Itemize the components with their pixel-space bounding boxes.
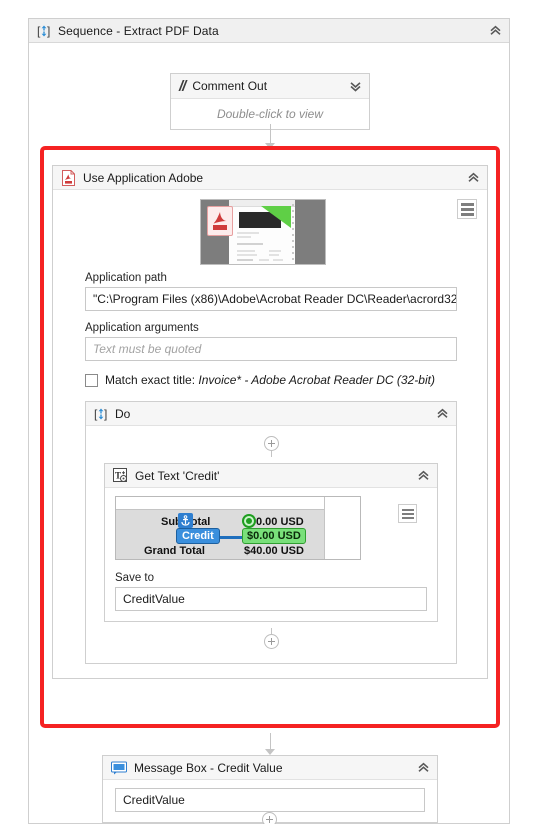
do-header[interactable]: [ ] Do: [86, 402, 456, 426]
use-application-fields: Application path "C:\Program Files (x86)…: [53, 270, 487, 387]
use-application-activity[interactable]: Use Application Adobe Application path "…: [52, 165, 488, 679]
svg-text:[: [: [94, 407, 98, 421]
anchor-icon: [178, 513, 193, 528]
preview-row-label-2: Grand Total: [144, 545, 205, 557]
get-text-activity[interactable]: T Get Text 'Credit' Sub Total 0.00 USD C…: [104, 463, 438, 622]
sequence-icon: [ ]: [37, 24, 51, 38]
hamburger-menu-icon[interactable]: [398, 504, 417, 523]
message-box-input[interactable]: CreditValue: [115, 788, 425, 812]
svg-text:]: ]: [47, 24, 50, 38]
double-chevron-up-icon[interactable]: [436, 407, 449, 420]
target-icon: [242, 514, 256, 528]
svg-text:[: [: [37, 24, 41, 38]
sequence-header[interactable]: [ ] Sequence - Extract PDF Data: [29, 19, 509, 43]
get-text-icon: T: [113, 468, 128, 483]
target-selector-preview[interactable]: Sub Total 0.00 USD Credit $0.00 USD Gran…: [115, 496, 361, 560]
use-application-title: Use Application Adobe: [83, 170, 204, 185]
match-exact-title-label: Match exact title:: [105, 373, 196, 387]
arrow-down-icon: [265, 143, 275, 149]
use-application-header[interactable]: Use Application Adobe: [53, 166, 487, 190]
add-activity-connector-4[interactable]: [262, 812, 277, 824]
preview-row-value-2: $40.00 USD: [244, 545, 304, 557]
do-body: T Get Text 'Credit' Sub Total 0.00 USD C…: [86, 426, 456, 663]
connector-comment-to-useapp: [265, 124, 275, 149]
message-box-icon: [111, 761, 127, 775]
double-chevron-up-icon[interactable]: [489, 24, 502, 37]
pdf-icon: [61, 169, 76, 186]
do-title: Do: [115, 406, 131, 421]
do-container[interactable]: [ ] Do T Get Text 'Credit' Sub Total 0.0…: [85, 401, 457, 664]
add-activity-connector-2[interactable]: [86, 436, 456, 457]
application-arguments-input[interactable]: Text must be quoted: [85, 337, 457, 361]
add-activity-button[interactable]: [263, 634, 279, 649]
application-arguments-label: Application arguments: [85, 322, 199, 334]
preview-row-value-0: 0.00 USD: [256, 516, 304, 528]
add-activity-button[interactable]: [263, 436, 279, 451]
connector-useapp-to-msgbox: [265, 733, 275, 755]
preview-row-value-1: $0.00 USD: [242, 528, 306, 544]
double-chevron-up-icon[interactable]: [417, 761, 430, 774]
match-exact-title-value: Invoice* - Adobe Acrobat Reader DC (32-b…: [198, 373, 435, 387]
sequence-icon: [ ]: [94, 407, 108, 421]
comment-out-activity[interactable]: // Comment Out Double-click to view: [170, 73, 370, 130]
save-to-group: Save to CreditValue: [115, 572, 427, 611]
svg-text:]: ]: [104, 407, 107, 421]
adobe-window-thumbnail[interactable]: [200, 199, 326, 265]
selector-preview-row: Sub Total 0.00 USD Credit $0.00 USD Gran…: [115, 496, 427, 562]
double-chevron-up-icon[interactable]: [467, 171, 480, 184]
double-chevron-down-icon[interactable]: [349, 80, 362, 93]
message-box-header[interactable]: Message Box - Credit Value: [103, 756, 437, 780]
get-text-header[interactable]: T Get Text 'Credit': [105, 464, 437, 488]
save-to-label: Save to: [115, 572, 154, 584]
green-highlight-arrow: [261, 206, 291, 228]
use-application-body: Application path "C:\Program Files (x86)…: [53, 190, 487, 678]
match-exact-title-checkbox[interactable]: [85, 373, 98, 387]
hamburger-menu-icon[interactable]: [457, 199, 477, 219]
application-path-input[interactable]: "C:\Program Files (x86)\Adobe\Acrobat Re…: [85, 287, 457, 311]
application-path-label: Application path: [85, 272, 167, 284]
add-activity-button[interactable]: [262, 812, 277, 824]
workflow-designer-canvas: [ ] Sequence - Extract PDF Data // Comme…: [0, 0, 537, 824]
add-activity-connector-3[interactable]: [86, 628, 456, 649]
save-to-input[interactable]: CreditValue: [115, 587, 427, 611]
message-box-title: Message Box - Credit Value: [134, 760, 283, 775]
comment-out-header[interactable]: // Comment Out: [171, 74, 369, 99]
match-exact-title-row[interactable]: Match exact title: Invoice* - Adobe Acro…: [85, 373, 457, 387]
get-text-body: Sub Total 0.00 USD Credit $0.00 USD Gran…: [105, 488, 437, 621]
pdf-file-icon: [207, 206, 233, 236]
double-chevron-up-icon[interactable]: [417, 469, 430, 482]
preview-row-label-1: Credit: [176, 528, 220, 544]
comment-slashes-icon: //: [179, 77, 186, 95]
thumbnail-row: [53, 190, 487, 270]
sequence-title: Sequence - Extract PDF Data: [58, 23, 219, 38]
comment-out-title: Comment Out: [192, 79, 268, 93]
get-text-title: Get Text 'Credit': [135, 468, 220, 483]
